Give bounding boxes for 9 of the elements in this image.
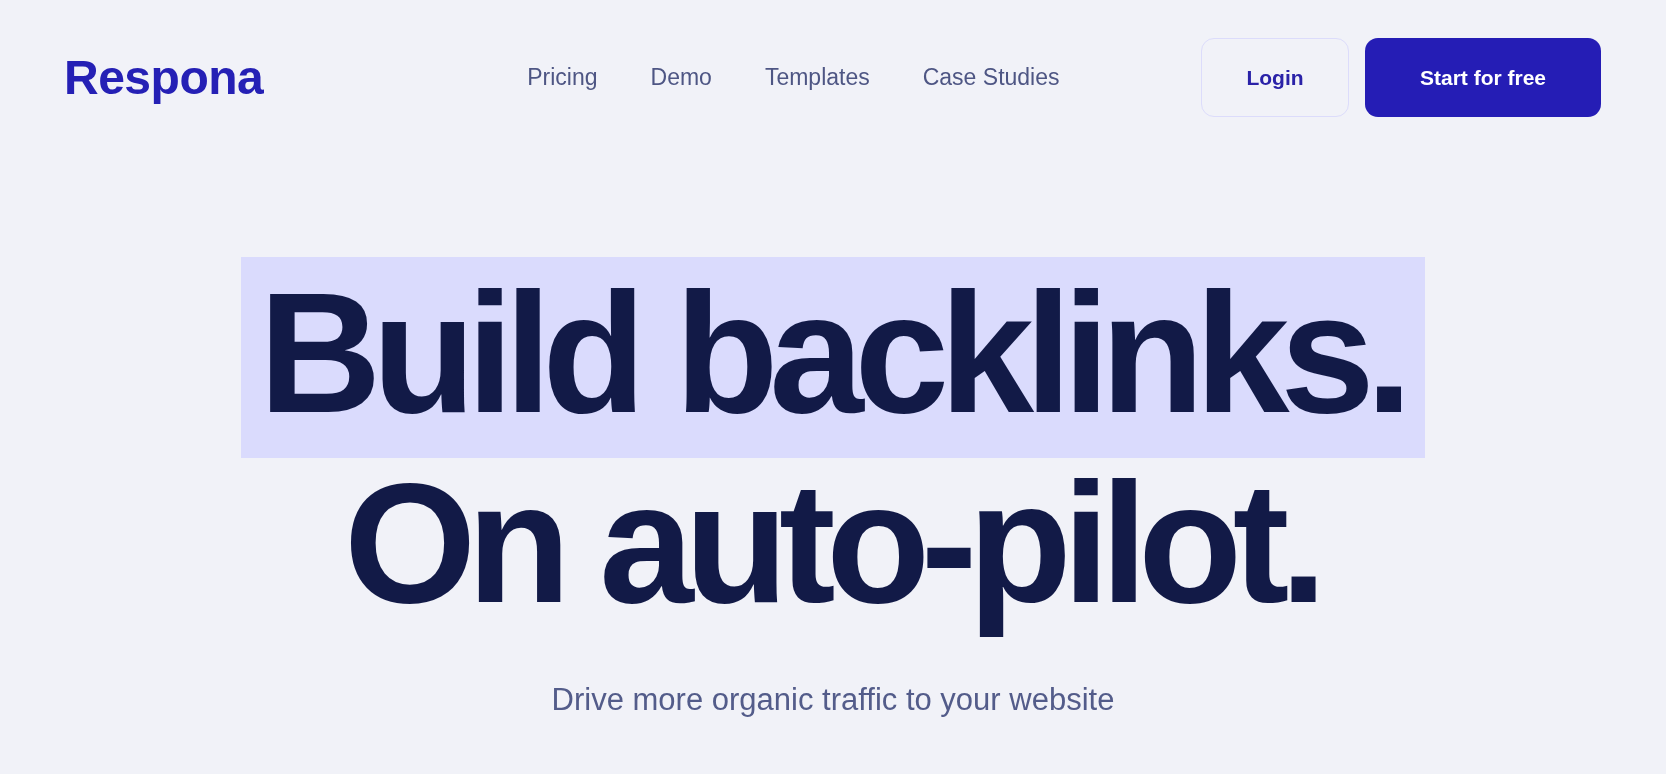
logo[interactable]: Respona [64,53,264,102]
nav-link[interactable]: Demo [650,64,712,91]
login-button[interactable]: Login [1201,38,1349,117]
start-button[interactable]: Start for free [1365,38,1601,117]
nav-link[interactable]: Pricing [527,64,598,91]
nav-link[interactable]: Case Studies [922,64,1060,91]
nav-link[interactable]: Templates [764,64,870,91]
headline-line: On auto-pilot. [343,458,1319,638]
subtitle: Drive more organic traffic to your website [551,681,1115,719]
